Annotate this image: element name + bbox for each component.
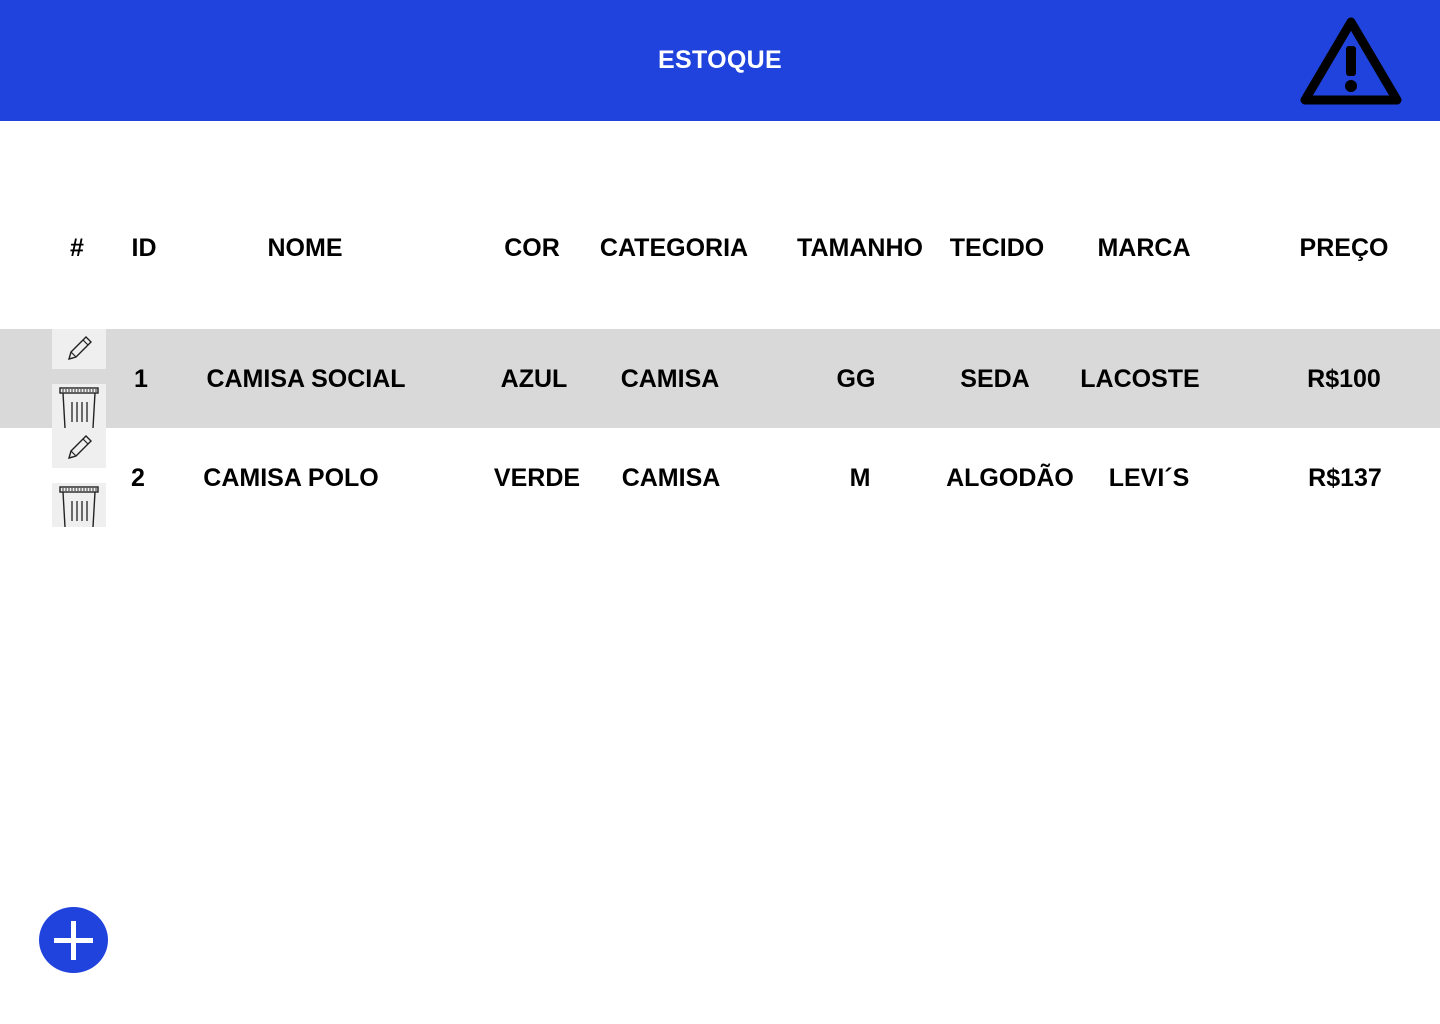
cell-tamanho: M [849, 464, 871, 492]
column-header-tecido: TECIDO [949, 234, 1045, 262]
column-header-marca: MARCA [1097, 234, 1191, 262]
column-header-preco: PREÇO [1299, 234, 1389, 262]
plus-icon [54, 921, 93, 960]
cell-categoria: CAMISA [621, 464, 721, 492]
page-title: ESTOQUE [658, 46, 782, 74]
warning-triangle-icon [1300, 17, 1402, 105]
cell-id: 2 [131, 464, 145, 492]
column-header-id: ID [131, 234, 157, 262]
warning-button[interactable] [1300, 16, 1402, 106]
add-button[interactable] [39, 907, 108, 973]
cell-marca: LACOSTE [1080, 365, 1200, 393]
delete-button[interactable] [52, 483, 106, 527]
column-header-tamanho: TAMANHO [797, 234, 923, 262]
cell-preco: R$137 [1308, 464, 1382, 492]
cell-nome: CAMISA POLO [203, 464, 379, 492]
column-header-nome: NOME [267, 234, 343, 262]
trash-icon [59, 387, 99, 428]
column-header-categoria: CATEGORIA [599, 234, 749, 262]
cell-tecido: ALGODÃO [946, 464, 1074, 492]
cell-cor: VERDE [493, 464, 581, 492]
cell-tamanho: GG [836, 365, 876, 393]
pencil-icon [67, 336, 92, 361]
edit-button[interactable] [52, 428, 106, 468]
cell-cor: AZUL [500, 365, 568, 393]
cell-preco: R$100 [1307, 365, 1381, 393]
trash-icon [59, 486, 99, 527]
cell-marca: LEVI´S [1108, 464, 1190, 492]
pencil-icon [67, 435, 92, 460]
cell-tecido: SEDA [960, 365, 1030, 393]
cell-categoria: CAMISA [620, 365, 720, 393]
column-header-cor: COR [504, 234, 560, 262]
column-header-hash: # [70, 234, 84, 262]
cell-nome: CAMISA SOCIAL [206, 365, 406, 393]
cell-id: 1 [134, 365, 148, 393]
edit-button[interactable] [52, 329, 106, 369]
delete-button[interactable] [52, 384, 106, 428]
app-header: ESTOQUE [0, 0, 1440, 121]
